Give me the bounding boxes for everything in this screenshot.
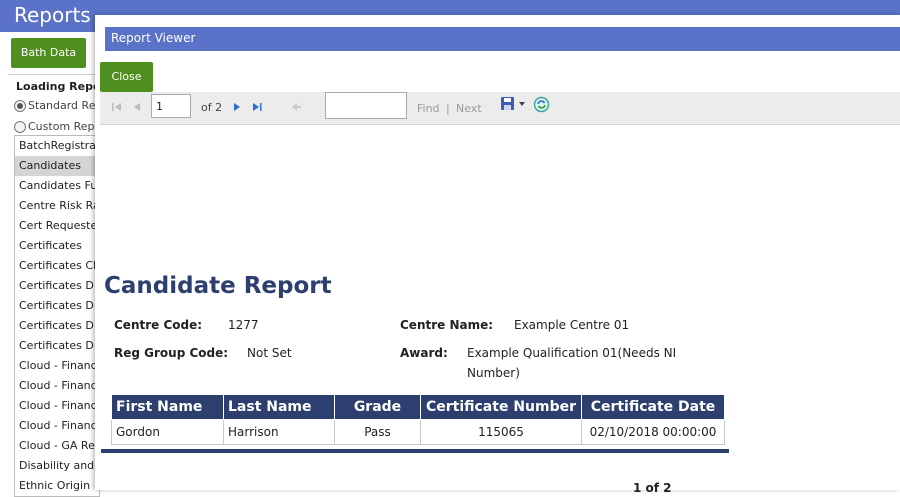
column-header-last-name: Last Name xyxy=(223,394,335,420)
cell-first-name: Gordon xyxy=(111,419,224,445)
list-item[interactable]: Certificates D xyxy=(15,336,99,356)
list-item[interactable]: Candidates xyxy=(15,156,99,176)
radio-custom-report[interactable]: Custom Repo xyxy=(14,120,101,133)
list-item[interactable]: Cert Requeste xyxy=(15,216,99,236)
radio-selected-icon[interactable] xyxy=(14,99,26,112)
find-link[interactable]: Find xyxy=(417,102,440,115)
last-page-icon[interactable] xyxy=(251,101,263,113)
table-row: Gordon Harrison Pass 115065 02/10/2018 0… xyxy=(111,419,725,445)
list-item[interactable]: Cloud - Financ xyxy=(15,376,99,396)
app-title: Reports xyxy=(14,3,91,27)
page-footer: 1 of 2 xyxy=(633,481,672,495)
list-item[interactable]: Cloud - Financ xyxy=(15,396,99,416)
divider xyxy=(8,74,96,75)
radio-standard-report[interactable]: Standard Rep xyxy=(14,99,102,112)
refresh-icon[interactable] xyxy=(533,96,550,113)
award-label: Award: xyxy=(400,346,448,360)
column-header-certificate-number: Certificate Number xyxy=(420,394,582,420)
report-viewer-titlebar: Report Viewer xyxy=(105,27,900,51)
column-header-certificate-date: Certificate Date xyxy=(581,394,725,420)
export-save-icon[interactable] xyxy=(500,96,516,112)
list-item[interactable]: Candidates Fu xyxy=(15,176,99,196)
page-total-label: of 2 xyxy=(201,101,223,114)
back-to-parent-icon[interactable] xyxy=(290,101,302,113)
bath-data-button[interactable]: Bath Data xyxy=(11,38,86,68)
list-item[interactable]: Certificates xyxy=(15,236,99,256)
table-bottom-rule xyxy=(101,449,729,453)
find-separator: | xyxy=(446,102,450,115)
centre-name-value: Example Centre 01 xyxy=(514,318,630,332)
report-toolbar: 1 of 2 Find | Next xyxy=(100,92,900,125)
next-page-icon[interactable] xyxy=(232,101,242,113)
list-item[interactable]: Certificates Cl xyxy=(15,256,99,276)
award-value-line1: Example Qualification 01(Needs NI xyxy=(467,346,677,360)
cell-grade: Pass xyxy=(334,419,421,445)
cell-last-name: Harrison xyxy=(223,419,335,445)
centre-code-value: 1277 xyxy=(228,318,259,332)
report-title: Candidate Report xyxy=(104,273,332,299)
previous-page-icon[interactable] xyxy=(132,101,142,113)
find-text-input[interactable] xyxy=(325,92,407,119)
column-header-first-name: First Name xyxy=(111,394,224,420)
list-item[interactable]: Certificates D xyxy=(15,316,99,336)
cell-certificate-number: 115065 xyxy=(420,419,582,445)
table-header-row: First Name Last Name Grade Certificate N… xyxy=(111,394,725,420)
export-dropdown-icon[interactable] xyxy=(518,100,526,108)
radio-standard-label: Standard Rep xyxy=(28,99,103,112)
first-page-icon[interactable] xyxy=(111,101,123,113)
report-viewer-title: Report Viewer xyxy=(111,31,196,45)
column-header-grade: Grade xyxy=(334,394,421,420)
list-item[interactable]: Centre Risk Ra xyxy=(15,196,99,216)
award-value-line2: Number) xyxy=(467,366,520,380)
reg-group-code-value: Not Set xyxy=(247,346,292,360)
centre-code-label: Centre Code: xyxy=(114,318,203,332)
radio-custom-label: Custom Repo xyxy=(28,120,102,133)
list-item[interactable]: Cloud - Financ xyxy=(15,356,99,376)
list-item[interactable]: BatchRegistra xyxy=(15,136,99,156)
radio-unselected-icon[interactable] xyxy=(14,120,26,133)
list-item[interactable]: Disability and xyxy=(15,456,99,476)
cell-certificate-date: 02/10/2018 00:00:00 xyxy=(581,419,725,445)
reg-group-code-label: Reg Group Code: xyxy=(114,346,229,360)
list-item[interactable]: Cloud - GA Re xyxy=(15,436,99,456)
list-item[interactable]: Ethnic Origin xyxy=(15,476,99,496)
centre-name-label: Centre Name: xyxy=(400,318,494,332)
list-item[interactable]: Cloud - Financ xyxy=(15,416,99,436)
list-item[interactable]: Certificates D xyxy=(15,276,99,296)
close-button[interactable]: Close xyxy=(100,62,153,92)
candidate-table: First Name Last Name Grade Certificate N… xyxy=(111,394,725,445)
report-viewer-dialog: Report Viewer Close 1 of 2 Find | Next C… xyxy=(95,15,900,495)
page-number-input[interactable]: 1 xyxy=(151,94,191,118)
list-item[interactable]: Certificates D xyxy=(15,296,99,316)
next-link[interactable]: Next xyxy=(456,102,482,115)
report-list[interactable]: BatchRegistra Candidates Candidates Fu Cent… xyxy=(14,135,100,497)
